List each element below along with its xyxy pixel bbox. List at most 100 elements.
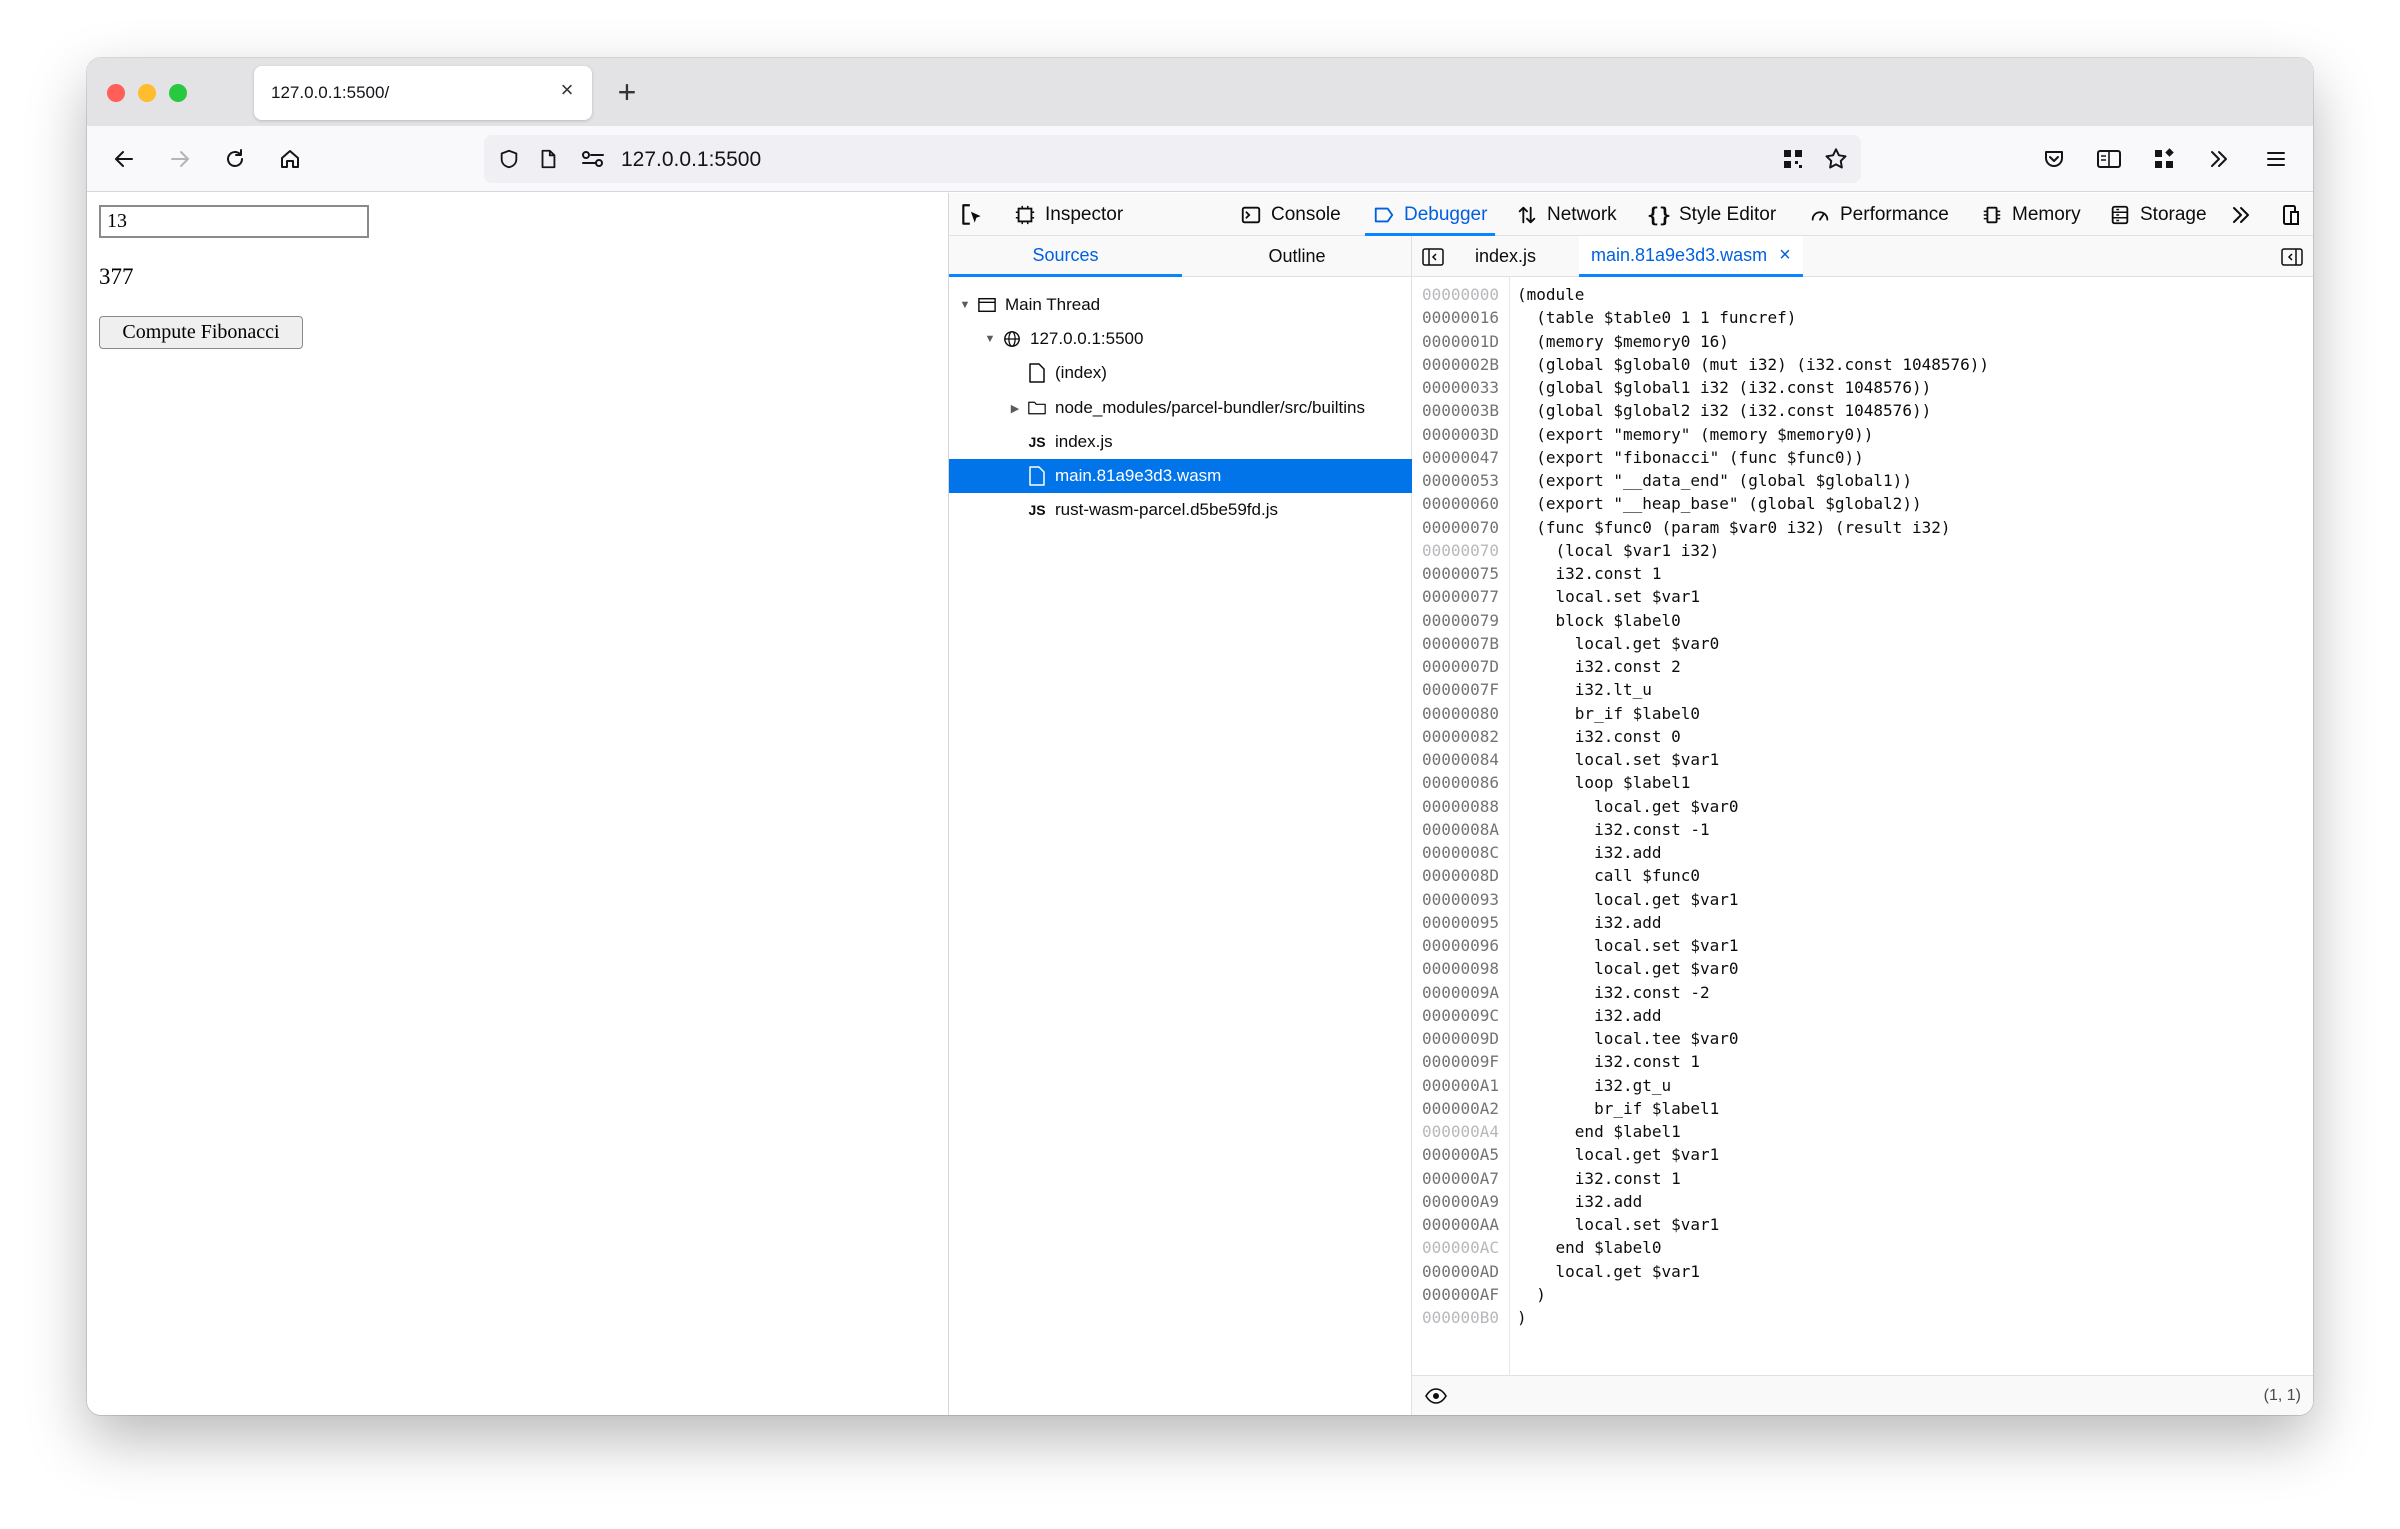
line-address[interactable]: 0000009D <box>1422 1027 1499 1050</box>
line-address[interactable]: 000000A2 <box>1422 1097 1499 1120</box>
code-line[interactable]: i32.const 1 <box>1517 562 1662 585</box>
line-address[interactable]: 000000AF <box>1422 1283 1499 1306</box>
line-address[interactable]: 0000007B <box>1422 632 1499 655</box>
tree-item-builtins-folder[interactable]: ▶ node_modules/parcel-bundler/src/builti… <box>949 391 1412 425</box>
extensions-button[interactable] <box>2144 139 2184 179</box>
tab-outline[interactable]: Outline <box>1182 236 1412 277</box>
toggle-sources-pane-button[interactable] <box>1422 236 1444 277</box>
line-address[interactable]: 00000033 <box>1422 376 1499 399</box>
line-address[interactable]: 00000095 <box>1422 911 1499 934</box>
app-menu-button[interactable] <box>2256 139 2296 179</box>
line-address[interactable]: 0000009F <box>1422 1050 1499 1073</box>
tree-item-main-thread[interactable]: ▼ Main Thread <box>949 288 1412 322</box>
close-tab-icon[interactable]: × <box>554 77 580 103</box>
code-line[interactable]: i32.const 0 <box>1517 725 1681 748</box>
line-address[interactable]: 00000070 <box>1422 516 1499 539</box>
line-address[interactable]: 00000047 <box>1422 446 1499 469</box>
code-line[interactable]: br_if $label1 <box>1517 1097 1719 1120</box>
code-line[interactable]: local.get $var1 <box>1517 1260 1701 1283</box>
code-line[interactable]: i32.lt_u <box>1517 678 1652 701</box>
back-button[interactable] <box>104 139 144 179</box>
code-line[interactable]: (global $global2 i32 (i32.const 1048576)… <box>1517 399 1931 422</box>
line-address[interactable]: 0000001D <box>1422 330 1499 353</box>
code-line[interactable]: (table $table0 1 1 funcref) <box>1517 306 1796 329</box>
more-tools-button[interactable] <box>2229 193 2253 236</box>
tab-console[interactable]: Console <box>1240 193 1341 236</box>
code-line[interactable]: local.set $var1 <box>1517 934 1739 957</box>
code-line[interactable]: i32.add <box>1517 911 1661 934</box>
line-address[interactable]: 0000007F <box>1422 678 1499 701</box>
line-address[interactable]: 0000007D <box>1422 655 1499 678</box>
code-line[interactable]: (func $func0 (param $var0 i32) (result i… <box>1517 516 1950 539</box>
code-line[interactable]: i32.const 2 <box>1517 655 1681 678</box>
tree-item-host[interactable]: ▼ 127.0.0.1:5500 <box>949 322 1412 356</box>
code-line[interactable]: i32.add <box>1517 841 1661 864</box>
line-address[interactable]: 00000096 <box>1422 934 1499 957</box>
line-address[interactable]: 00000093 <box>1422 888 1499 911</box>
minimize-window-button[interactable] <box>138 84 156 102</box>
code-line[interactable]: i32.add <box>1517 1190 1642 1213</box>
code-line[interactable]: loop $label1 <box>1517 771 1691 794</box>
line-address[interactable]: 000000A1 <box>1422 1074 1499 1097</box>
code-line[interactable]: local.tee $var0 <box>1517 1027 1739 1050</box>
tree-item-wasm[interactable]: main.81a9e3d3.wasm <box>949 459 1412 493</box>
line-address[interactable]: 000000B0 <box>1422 1306 1499 1329</box>
line-address[interactable]: 000000AD <box>1422 1260 1499 1283</box>
line-address[interactable]: 000000A4 <box>1422 1120 1499 1143</box>
line-gutter[interactable]: 00000000 00000016 0000001D 0000002B 00000033… <box>1412 277 1510 1375</box>
reader-view-button[interactable] <box>2089 139 2129 179</box>
line-address[interactable]: 00000088 <box>1422 795 1499 818</box>
line-address[interactable]: 0000008A <box>1422 818 1499 841</box>
code-line[interactable]: end $label1 <box>1517 1120 1681 1143</box>
code-line[interactable]: local.set $var1 <box>1517 1213 1720 1236</box>
tab-debugger[interactable]: Debugger <box>1364 193 1496 236</box>
code-line[interactable]: local.get $var0 <box>1517 632 1720 655</box>
code-line[interactable]: (export "fibonacci" (func $func0)) <box>1517 446 1864 469</box>
qr-code-icon[interactable] <box>1781 147 1805 171</box>
reload-button[interactable] <box>215 139 255 179</box>
tracking-protection-shield-icon[interactable] <box>498 148 520 170</box>
code-line[interactable]: local.get $var1 <box>1517 1143 1720 1166</box>
responsive-design-button[interactable] <box>2279 193 2303 236</box>
line-address[interactable]: 000000A7 <box>1422 1167 1499 1190</box>
tab-network[interactable]: Network <box>1516 193 1617 236</box>
code-line[interactable]: (export "__heap_base" (global $global2)) <box>1517 492 1921 515</box>
line-address[interactable]: 000000A5 <box>1422 1143 1499 1166</box>
line-address[interactable]: 000000A9 <box>1422 1190 1499 1213</box>
code-line[interactable]: (export "memory" (memory $memory0)) <box>1517 423 1873 446</box>
tab-memory[interactable]: Memory <box>1981 193 2081 236</box>
code-line[interactable]: call $func0 <box>1517 864 1700 887</box>
new-tab-button[interactable]: + <box>607 72 647 112</box>
line-address[interactable]: 0000008D <box>1422 864 1499 887</box>
code-line[interactable]: (module <box>1517 283 1584 306</box>
permissions-icon[interactable] <box>581 148 605 170</box>
tab-style-editor[interactable]: {} Style Editor <box>1647 193 1776 236</box>
editor-tab-wasm[interactable]: main.81a9e3d3.wasm × <box>1579 236 1803 277</box>
code-line[interactable]: local.get $var1 <box>1517 888 1739 911</box>
code-line[interactable]: local.get $var0 <box>1517 957 1739 980</box>
line-address[interactable]: 00000086 <box>1422 771 1499 794</box>
url-text[interactable]: 127.0.0.1:5500 <box>621 148 761 172</box>
compute-fibonacci-button[interactable]: Compute Fibonacci <box>99 316 303 349</box>
tab-performance[interactable]: Performance <box>1809 193 1949 236</box>
element-picker-button[interactable] <box>959 193 985 236</box>
tab-sources[interactable]: Sources <box>949 236 1182 277</box>
tab-inspector[interactable]: Inspector <box>1014 193 1123 236</box>
line-address[interactable]: 0000003B <box>1422 399 1499 422</box>
line-address[interactable]: 0000008C <box>1422 841 1499 864</box>
tree-item-bundle-js[interactable]: JS rust-wasm-parcel.d5be59fd.js <box>949 493 1412 527</box>
code-line[interactable]: i32.const -1 <box>1517 818 1710 841</box>
code-line[interactable]: local.set $var1 <box>1517 585 1701 608</box>
code-line[interactable]: ) <box>1517 1306 1527 1329</box>
code-line[interactable]: (global $global1 i32 (i32.const 1048576)… <box>1517 376 1931 399</box>
tree-item-index-js[interactable]: JS index.js <box>949 425 1412 459</box>
bookmark-star-icon[interactable] <box>1823 146 1849 172</box>
code-line[interactable]: (global $global0 (mut i32) (i32.const 10… <box>1517 353 1989 376</box>
editor-tab-index-js[interactable]: index.js <box>1475 236 1536 277</box>
line-address[interactable]: 0000009C <box>1422 1004 1499 1027</box>
browser-tab[interactable]: 127.0.0.1:5500/ × <box>254 66 592 120</box>
code-line[interactable]: local.set $var1 <box>1517 748 1720 771</box>
code-line[interactable]: i32.add <box>1517 1004 1661 1027</box>
expanded-arrow-icon[interactable]: ▼ <box>983 333 997 345</box>
code-line[interactable]: (export "__data_end" (global $global1)) <box>1517 469 1912 492</box>
